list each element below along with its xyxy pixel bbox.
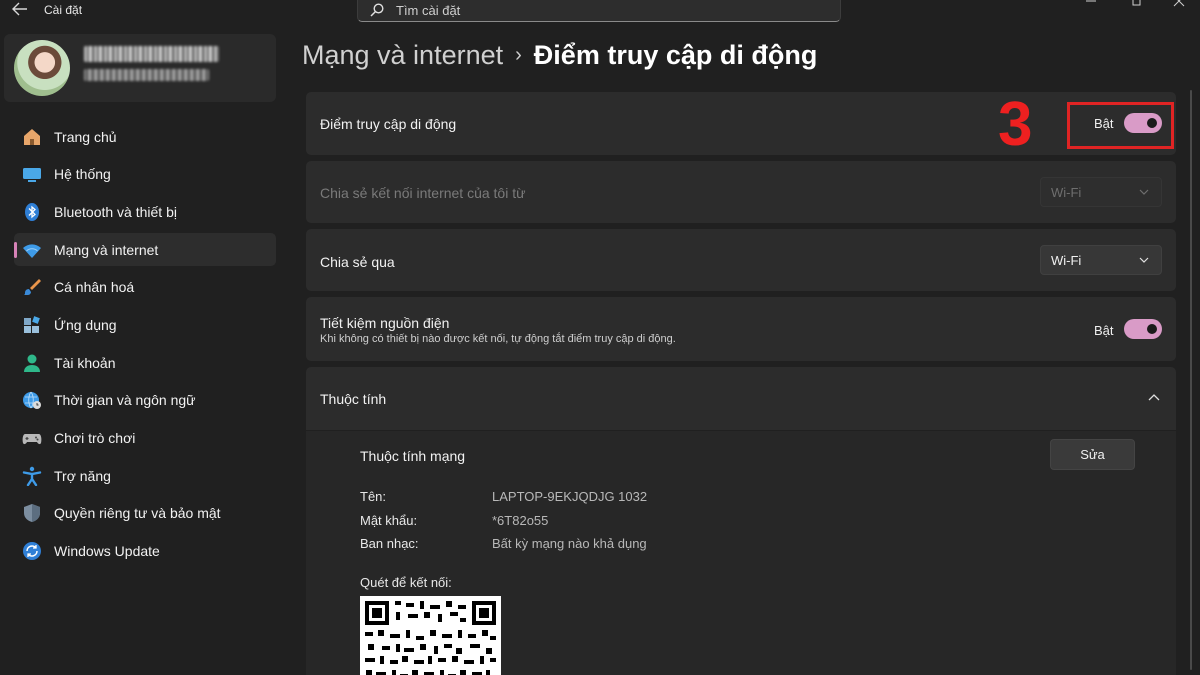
breadcrumb-parent-link[interactable]: Mạng và internet (302, 40, 503, 70)
prop-band-key: Ban nhạc: (360, 536, 419, 551)
title-bar: Cài đặt Tìm cài đặt (0, 0, 1200, 22)
sidebar-item-label: Hệ thống (54, 166, 111, 183)
brush-icon (22, 277, 42, 297)
power-saving-title: Tiết kiệm nguồn điện (320, 315, 450, 331)
sidebar-item-label: Bluetooth và thiết bị (54, 203, 177, 220)
sidebar-item-label: Windows Update (54, 543, 160, 560)
qr-label: Quét để kết nối: (360, 575, 452, 590)
sidebar-item-label: Thời gian và ngôn ngữ (54, 392, 196, 409)
properties-title: Thuộc tính (320, 391, 387, 407)
qr-code (360, 596, 501, 675)
properties-panel: Thuộc tính mạng Sửa Tên: LAPTOP-9EKJQDJG… (306, 431, 1176, 675)
share-from-value: Wi-Fi (1051, 185, 1082, 200)
prop-password-value: *6T82o55 (492, 513, 549, 528)
chevron-down-icon (1139, 257, 1149, 263)
chevron-down-icon (1139, 189, 1149, 195)
profile-name-blurred (84, 46, 219, 62)
sidebar-item-time-language[interactable]: Thời gian và ngôn ngữ (14, 384, 276, 417)
page-title: Điểm truy cập di động (533, 40, 818, 70)
restore-icon[interactable] (1130, 0, 1144, 8)
search-box[interactable]: Tìm cài đặt (357, 0, 841, 22)
sidebar-item-windows-update[interactable]: Windows Update (14, 535, 276, 568)
chevron-up-icon[interactable] (1148, 393, 1160, 401)
sidebar-item-system[interactable]: Hệ thống (14, 158, 276, 191)
sidebar-item-bluetooth[interactable]: Bluetooth và thiết bị (14, 195, 276, 228)
share-over-title: Chia sẻ qua (320, 254, 395, 270)
sidebar-item-privacy[interactable]: Quyền riêng tư và bảo mật (14, 497, 276, 530)
power-saving-toggle[interactable] (1124, 319, 1162, 339)
share-over-dropdown[interactable]: Wi-Fi (1040, 245, 1162, 275)
gamepad-icon (22, 428, 42, 448)
sidebar-item-home[interactable]: Trang chủ (14, 120, 276, 153)
user-profile-card[interactable] (4, 34, 276, 102)
apps-icon (22, 315, 42, 335)
share-over-card: Chia sẻ qua Wi-Fi (306, 229, 1176, 291)
properties-expander[interactable]: Thuộc tính (306, 367, 1176, 430)
globe-clock-icon (22, 390, 42, 410)
scrollbar[interactable] (1190, 90, 1192, 670)
network-properties-heading: Thuộc tính mạng (360, 448, 466, 464)
sidebar-item-label: Chơi trò chơi (54, 430, 136, 446)
annotation-step-number: 3 (998, 90, 1033, 159)
annotation-highlight-box (1067, 102, 1174, 149)
breadcrumb-separator: › (515, 44, 522, 66)
power-saving-description: Khi không có thiết bị nào được kết nối, … (320, 333, 676, 345)
sidebar-item-apps[interactable]: Ứng dụng (14, 308, 276, 341)
bluetooth-icon (22, 202, 42, 222)
power-saving-toggle-label: Bật (1094, 323, 1114, 338)
prop-name-value: LAPTOP-9EKJQDJG 1032 (492, 489, 648, 504)
sidebar-item-accessibility[interactable]: Trợ năng (14, 459, 276, 492)
home-icon (22, 127, 42, 147)
system-icon (22, 164, 42, 184)
sidebar-item-network[interactable]: Mạng và internet (14, 233, 276, 267)
back-arrow-icon[interactable] (12, 2, 28, 16)
close-icon[interactable] (1172, 0, 1186, 8)
shield-icon (22, 503, 42, 523)
sidebar-item-label: Cá nhân hoá (54, 279, 135, 296)
share-from-dropdown[interactable]: Wi-Fi (1040, 177, 1162, 207)
share-over-value: Wi-Fi (1051, 253, 1082, 268)
sidebar-item-personalization[interactable]: Cá nhân hoá (14, 271, 276, 304)
prop-name-key: Tên: (360, 489, 387, 504)
accessibility-icon (22, 466, 42, 486)
search-input[interactable]: Tìm cài đặt (396, 3, 460, 18)
edit-button[interactable]: Sửa (1050, 439, 1135, 470)
search-icon (370, 3, 384, 17)
app-title: Cài đặt (44, 3, 83, 17)
minimize-icon[interactable] (1084, 0, 1098, 8)
share-from-title: Chia sẻ kết nối internet của tôi từ (320, 185, 526, 201)
sidebar-item-label: Ứng dụng (54, 316, 117, 333)
profile-email-blurred (84, 69, 209, 81)
sidebar-item-label: Quyền riêng tư và bảo mật (54, 505, 221, 522)
wifi-icon (22, 240, 42, 260)
breadcrumb: Mạng và internet › Điểm truy cập di động (302, 40, 817, 71)
sidebar-item-gaming[interactable]: Chơi trò chơi (14, 422, 276, 455)
power-saving-card: Tiết kiệm nguồn điện Khi không có thiết … (306, 297, 1176, 361)
sidebar-item-label: Tài khoản (54, 354, 116, 371)
sidebar-nav: Trang chủ Hệ thống Bluetooth và thiết bị… (14, 120, 276, 572)
share-from-card: Chia sẻ kết nối internet của tôi từ Wi-F… (306, 161, 1176, 223)
sidebar-item-label: Trang chủ (54, 128, 117, 145)
sidebar-item-accounts[interactable]: Tài khoản (14, 346, 276, 379)
avatar (14, 40, 70, 96)
update-icon (22, 541, 42, 561)
prop-band-value: Bất kỳ mạng nào khả dụng (492, 536, 647, 551)
account-icon (22, 353, 42, 373)
hotspot-title: Điểm truy cập di động (320, 116, 457, 132)
sidebar-item-label: Trợ năng (54, 467, 111, 484)
prop-password-key: Mật khẩu: (360, 513, 418, 528)
hotspot-card: Điểm truy cập di động Bật (306, 92, 1176, 155)
sidebar-item-label: Mạng và internet (54, 241, 159, 258)
